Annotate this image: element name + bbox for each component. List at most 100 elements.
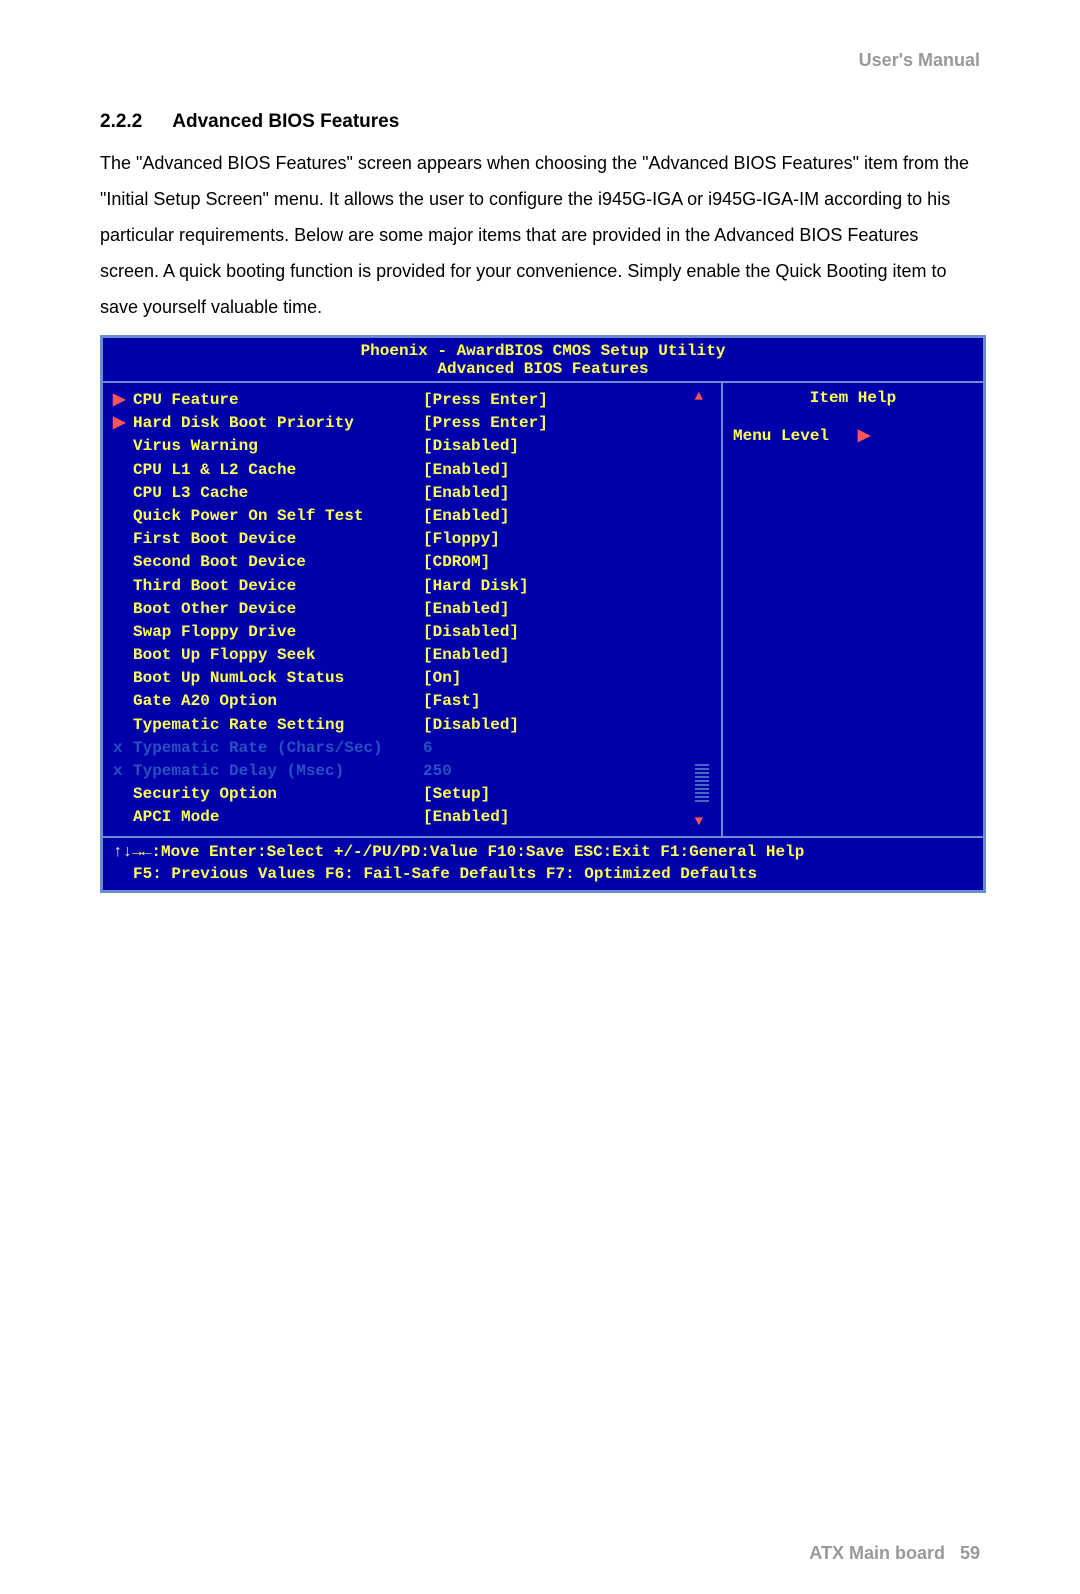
- page-container: User's Manual 2.2.2 Advanced BIOS Feature…: [0, 0, 1080, 1594]
- scroll-up-icon: ▲: [695, 389, 703, 405]
- footer-text: ATX Main board: [809, 1543, 945, 1563]
- bios-screenshot: Phoenix - AwardBIOS CMOS Setup Utility A…: [100, 335, 986, 893]
- row-label: First Boot Device: [133, 528, 423, 551]
- bios-row[interactable]: APCI Mode[Enabled]: [113, 806, 721, 829]
- row-value: [Enabled]: [423, 598, 509, 621]
- row-marker: [113, 806, 133, 829]
- help-title: Item Help: [733, 389, 973, 407]
- row-value: [On]: [423, 667, 461, 690]
- row-value: [Setup]: [423, 783, 490, 806]
- row-label: Second Boot Device: [133, 551, 423, 574]
- row-marker: [113, 714, 133, 737]
- row-marker: [113, 598, 133, 621]
- page-header: User's Manual: [100, 50, 980, 71]
- bios-row[interactable]: Second Boot Device[CDROM]: [113, 551, 721, 574]
- row-value: [Enabled]: [423, 806, 509, 829]
- bios-title-2: Advanced BIOS Features: [103, 360, 983, 378]
- row-value: [Enabled]: [423, 482, 509, 505]
- row-marker: [113, 459, 133, 482]
- bios-row[interactable]: ▶Hard Disk Boot Priority[Press Enter]: [113, 412, 721, 435]
- row-label: APCI Mode: [133, 806, 423, 829]
- row-value: [Hard Disk]: [423, 575, 529, 598]
- section-number: 2.2.2: [100, 111, 142, 133]
- row-marker: x: [113, 737, 133, 760]
- row-marker: [113, 551, 133, 574]
- page-footer: ATX Main board 59: [100, 1543, 980, 1564]
- row-label: Quick Power On Self Test: [133, 505, 423, 528]
- bios-row[interactable]: ▶CPU Feature[Press Enter]: [113, 389, 721, 412]
- row-marker: [113, 644, 133, 667]
- row-label: Boot Other Device: [133, 598, 423, 621]
- row-marker: [113, 667, 133, 690]
- row-value: 6: [423, 737, 433, 760]
- row-value: [Enabled]: [423, 644, 509, 667]
- row-value: 250: [423, 760, 452, 783]
- row-label: Gate A20 Option: [133, 690, 423, 713]
- bios-row[interactable]: Boot Up Floppy Seek[Enabled]: [113, 644, 721, 667]
- bios-row[interactable]: Gate A20 Option[Fast]: [113, 690, 721, 713]
- row-label: Boot Up Floppy Seek: [133, 644, 423, 667]
- row-label: Typematic Rate (Chars/Sec): [133, 737, 423, 760]
- row-label: Typematic Rate Setting: [133, 714, 423, 737]
- bios-row[interactable]: Third Boot Device[Hard Disk]: [113, 575, 721, 598]
- row-value: [Fast]: [423, 690, 481, 713]
- row-value: [Disabled]: [423, 435, 519, 458]
- row-value: [CDROM]: [423, 551, 490, 574]
- bios-row[interactable]: Security Option[Setup]: [113, 783, 721, 806]
- row-label: CPU Feature: [133, 389, 423, 412]
- bios-help-panel: Item Help Menu Level ▶: [721, 383, 983, 836]
- bios-title-1: Phoenix - AwardBIOS CMOS Setup Utility: [103, 342, 983, 360]
- row-value: [Press Enter]: [423, 412, 548, 435]
- bios-row-disabled: xTypematic Delay (Msec)250: [113, 760, 721, 783]
- section-title-text: Advanced BIOS Features: [172, 111, 399, 132]
- bios-row[interactable]: Boot Up NumLock Status[On]: [113, 667, 721, 690]
- row-label: Boot Up NumLock Status: [133, 667, 423, 690]
- row-label: Security Option: [133, 783, 423, 806]
- row-marker: [113, 575, 133, 598]
- row-marker: [113, 528, 133, 551]
- row-value: [Enabled]: [423, 505, 509, 528]
- row-label: Third Boot Device: [133, 575, 423, 598]
- row-label: Virus Warning: [133, 435, 423, 458]
- row-marker: ▶: [113, 389, 133, 412]
- bios-row[interactable]: Virus Warning[Disabled]: [113, 435, 721, 458]
- bios-footer: ↑↓→←:Move Enter:Select +/-/PU/PD:Value F…: [103, 838, 983, 891]
- row-value: [Disabled]: [423, 621, 519, 644]
- row-marker: [113, 482, 133, 505]
- bios-footer-line1: ↑↓→←:Move Enter:Select +/-/PU/PD:Value F…: [113, 841, 973, 863]
- row-label: Swap Floppy Drive: [133, 621, 423, 644]
- row-value: [Press Enter]: [423, 389, 548, 412]
- bios-footer-line2: F5: Previous Values F6: Fail-Safe Defaul…: [113, 863, 973, 885]
- row-marker: [113, 783, 133, 806]
- help-level-label: Menu Level: [733, 427, 829, 445]
- bios-row[interactable]: Quick Power On Self Test[Enabled]: [113, 505, 721, 528]
- section-body: The "Advanced BIOS Features" screen appe…: [100, 145, 980, 325]
- bios-title-bar: Phoenix - AwardBIOS CMOS Setup Utility A…: [103, 338, 983, 383]
- row-label: CPU L1 & L2 Cache: [133, 459, 423, 482]
- bios-row[interactable]: Swap Floppy Drive[Disabled]: [113, 621, 721, 644]
- row-label: CPU L3 Cache: [133, 482, 423, 505]
- footer-page-number: 59: [960, 1543, 980, 1563]
- row-marker: x: [113, 760, 133, 783]
- bios-row[interactable]: Typematic Rate Setting[Disabled]: [113, 714, 721, 737]
- row-value: [Disabled]: [423, 714, 519, 737]
- section-heading: 2.2.2 Advanced BIOS Features: [100, 111, 980, 133]
- bios-row-disabled: xTypematic Rate (Chars/Sec)6: [113, 737, 721, 760]
- bios-row[interactable]: First Boot Device[Floppy]: [113, 528, 721, 551]
- row-value: [Enabled]: [423, 459, 509, 482]
- bios-row[interactable]: CPU L1 & L2 Cache[Enabled]: [113, 459, 721, 482]
- row-label: Typematic Delay (Msec): [133, 760, 423, 783]
- row-marker: [113, 505, 133, 528]
- row-marker: [113, 621, 133, 644]
- row-marker: ▶: [113, 412, 133, 435]
- bios-row[interactable]: CPU L3 Cache[Enabled]: [113, 482, 721, 505]
- bios-settings-panel: ▲ ▼ ▶CPU Feature[Press Enter] ▶Hard Disk…: [103, 383, 721, 836]
- bios-row[interactable]: Boot Other Device[Enabled]: [113, 598, 721, 621]
- bios-body: ▲ ▼ ▶CPU Feature[Press Enter] ▶Hard Disk…: [103, 383, 983, 838]
- row-marker: [113, 435, 133, 458]
- row-marker: [113, 690, 133, 713]
- scroll-down-icon: ▼: [695, 814, 703, 830]
- row-label: Hard Disk Boot Priority: [133, 412, 423, 435]
- row-value: [Floppy]: [423, 528, 500, 551]
- scroll-thumb: [695, 762, 709, 802]
